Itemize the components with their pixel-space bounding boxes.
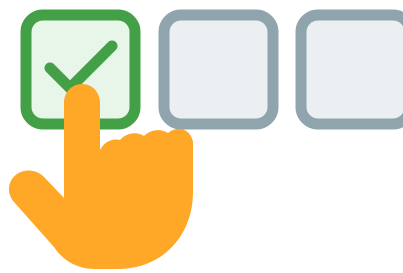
checkbox-unchecked-2[interactable]: [158, 9, 279, 130]
checkbox-unchecked-3-box: [295, 9, 403, 130]
checkbox-selection-illustration: [8, 9, 403, 269]
checkbox-unchecked-2-box: [158, 9, 279, 130]
checkbox-unchecked-3[interactable]: [295, 9, 403, 130]
